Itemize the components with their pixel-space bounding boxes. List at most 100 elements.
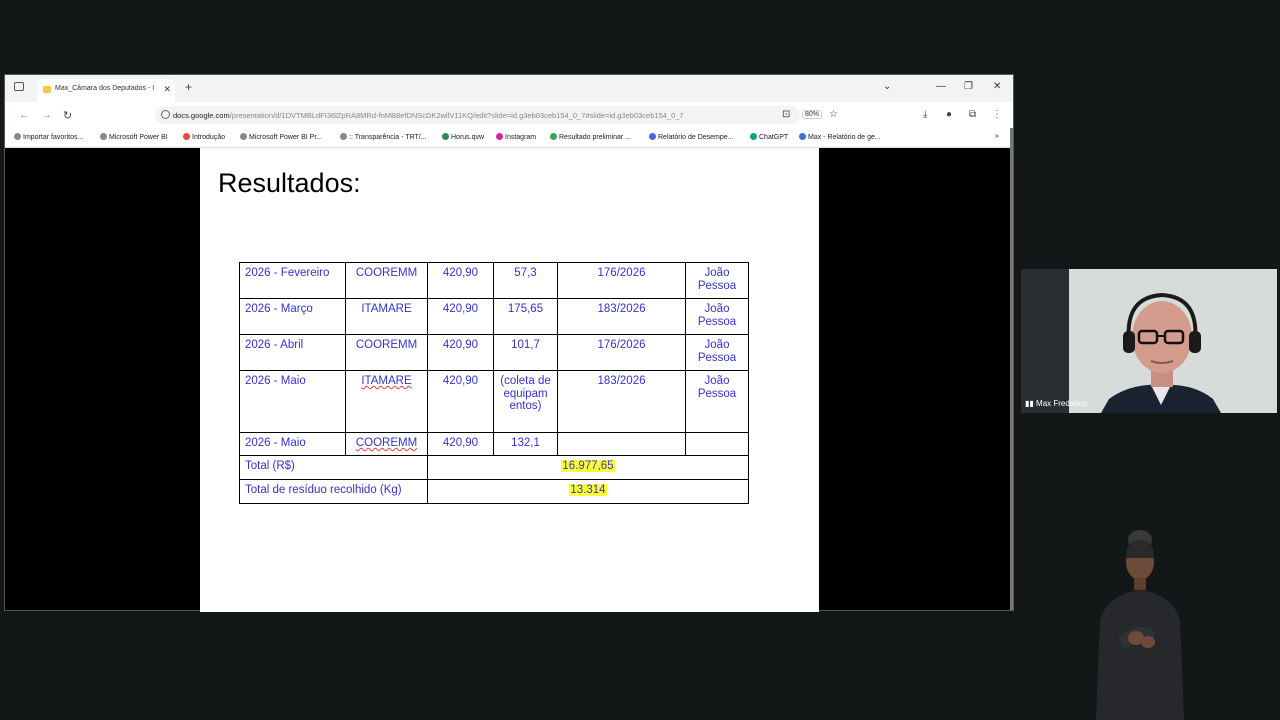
- company-cell: COOREMM: [345, 432, 428, 456]
- bookmark-icon: [649, 133, 656, 140]
- table-row: 2026 - Maio COOREMM 420,90 132,1: [239, 432, 749, 456]
- results-table: 2026 - Fevereiro COOREMM 420,90 57,3 176…: [239, 262, 749, 504]
- bookmark-icon: [799, 133, 806, 140]
- document-cell: [557, 432, 686, 456]
- url-path: /presentation/d/1DVTMBLdFI36lZpRA8MRd-fn…: [229, 111, 684, 120]
- city-cell: João Pessoa: [685, 298, 749, 335]
- address-toolbar: ← → ↻ docs.google.com/presentation/d/1DV…: [5, 102, 1013, 128]
- bookmark-item[interactable]: Introdução: [183, 133, 225, 141]
- close-window-icon[interactable]: ✕: [993, 81, 1001, 92]
- bookmark-icon: [14, 133, 21, 140]
- bookmark-icon: [496, 133, 503, 140]
- value-cell: 420,90: [427, 370, 494, 433]
- bookmark-item[interactable]: Max - Relatório de ge...: [799, 133, 881, 141]
- scrollbar[interactable]: [1010, 128, 1013, 610]
- value-cell: 420,90: [427, 262, 494, 299]
- bookmark-icon: [340, 133, 347, 140]
- tab-bar: Max_Câmara dos Deputados - I ✕ + ⌄ — ❐ ✕: [5, 75, 1013, 102]
- bookmark-icon: [100, 133, 107, 140]
- reload-icon[interactable]: ↻: [63, 109, 72, 122]
- company-cell: ITAMARE: [345, 298, 428, 335]
- bookmark-item[interactable]: Horus.qvw: [442, 133, 484, 141]
- presentation-slide: Resultados: 2026 - Fevereiro COOREMM 420…: [200, 148, 819, 612]
- back-icon[interactable]: ←: [19, 109, 30, 121]
- period-cell: 2026 - Maio: [239, 432, 346, 456]
- address-bar[interactable]: docs.google.com/presentation/d/1DVTMBLdF…: [155, 106, 800, 124]
- slide-title: Resultados:: [218, 168, 361, 198]
- zoom-indicator[interactable]: 80%: [802, 110, 823, 119]
- bookmark-icon: [550, 133, 557, 140]
- period-cell: 2026 - Abril: [239, 334, 346, 371]
- bookmark-icon: [442, 133, 449, 140]
- quantity-cell: 175,65: [493, 298, 558, 335]
- total-value: 16.977,65: [561, 460, 615, 472]
- bookmark-item[interactable]: Microsoft Power BI Pr...: [240, 133, 322, 141]
- site-info-icon[interactable]: [161, 110, 170, 119]
- value-cell: 420,90: [427, 334, 494, 371]
- city-cell: João Pessoa: [685, 262, 749, 299]
- city-cell: João Pessoa: [685, 370, 749, 433]
- table-row: 2026 - Março ITAMARE 420,90 175,65 183/2…: [239, 298, 749, 335]
- period-cell: 2026 - Março: [239, 298, 346, 335]
- tab-close-icon[interactable]: ✕: [163, 84, 171, 95]
- period-cell: 2026 - Fevereiro: [239, 262, 346, 299]
- city-cell: [685, 432, 749, 456]
- tab-search-icon[interactable]: ⌄: [883, 81, 891, 92]
- slides-favicon-icon: [43, 86, 51, 93]
- bookmark-item[interactable]: Resultado preliminar ...: [550, 133, 631, 141]
- total-row: Total (R$) 16.977,65: [239, 455, 749, 480]
- bookmark-item[interactable]: Importar favoritos...: [14, 133, 83, 141]
- quantity-cell: 57,3: [493, 262, 558, 299]
- install-app-icon[interactable]: ⊡: [782, 109, 790, 120]
- bookmark-icon: [183, 133, 190, 140]
- bookmarks-bar: Importar favoritos... Microsoft Power BI…: [5, 128, 1013, 148]
- city-cell: João Pessoa: [685, 334, 749, 371]
- document-cell: 176/2026: [557, 334, 686, 371]
- company-text: ITAMARE: [361, 375, 412, 387]
- menu-icon[interactable]: ⋮: [992, 109, 1002, 120]
- bookmarks-overflow-icon[interactable]: »: [995, 133, 999, 140]
- company-cell: COOREMM: [345, 262, 428, 299]
- total-value-cell: 16.977,65: [427, 455, 749, 480]
- browser-window: Max_Câmara dos Deputados - I ✕ + ⌄ — ❐ ✕…: [4, 74, 1014, 612]
- bookmark-item[interactable]: :: Transparência - TRT/...: [340, 133, 427, 141]
- table-row: 2026 - Fevereiro COOREMM 420,90 57,3 176…: [239, 262, 749, 299]
- document-cell: 183/2026: [557, 370, 686, 433]
- waste-value-cell: 13.314: [427, 479, 749, 504]
- sign-language-interpreter: [1096, 530, 1184, 720]
- tab-list-icon[interactable]: [14, 82, 24, 91]
- quantity-cell: 132,1: [493, 432, 558, 456]
- minimize-icon[interactable]: —: [936, 81, 946, 92]
- company-cell: ITAMARE: [345, 370, 428, 433]
- bookmark-item[interactable]: Instagram: [496, 133, 536, 141]
- profile-icon[interactable]: ●: [946, 109, 952, 120]
- url-domain: docs.google.com: [173, 111, 230, 120]
- forward-icon[interactable]: →: [41, 109, 52, 121]
- total-label: Total (R$): [239, 455, 428, 480]
- restore-icon[interactable]: ❐: [964, 81, 973, 92]
- participant-video[interactable]: ▮▮ Max Frederico: [1021, 269, 1277, 413]
- bookmark-icon: [750, 133, 757, 140]
- bookmark-item[interactable]: ChatGPT: [750, 133, 788, 141]
- waste-label: Total de resíduo recolhido (Kg): [239, 479, 428, 504]
- period-cell: 2026 - Maio: [239, 370, 346, 433]
- waste-value: 13.314: [569, 484, 607, 496]
- value-cell: 420,90: [427, 298, 494, 335]
- bookmark-item[interactable]: Microsoft Power BI: [100, 133, 168, 141]
- document-cell: 176/2026: [557, 262, 686, 299]
- company-text: COOREMM: [355, 437, 418, 449]
- extensions-icon[interactable]: ⧉: [969, 109, 976, 120]
- download-icon[interactable]: ⤓: [923, 109, 927, 120]
- quantity-cell: (coleta de equipam entos): [493, 370, 558, 433]
- bookmark-star-icon[interactable]: ☆: [829, 109, 838, 120]
- tab-title: Max_Câmara dos Deputados - I: [55, 85, 155, 92]
- bookmark-item[interactable]: Relatório de Desempe...: [649, 133, 733, 141]
- table-row: 2026 - Abril COOREMM 420,90 101,7 176/20…: [239, 334, 749, 371]
- participant-image: [1101, 292, 1221, 413]
- value-cell: 420,90: [427, 432, 494, 456]
- table-row: 2026 - Maio ITAMARE 420,90 (coleta de eq…: [239, 370, 749, 433]
- quantity-cell: 101,7: [493, 334, 558, 371]
- participant-name: ▮▮ Max Frederico: [1025, 399, 1088, 408]
- new-tab-icon[interactable]: +: [185, 80, 192, 94]
- browser-tab[interactable]: Max_Câmara dos Deputados - I ✕: [37, 79, 175, 102]
